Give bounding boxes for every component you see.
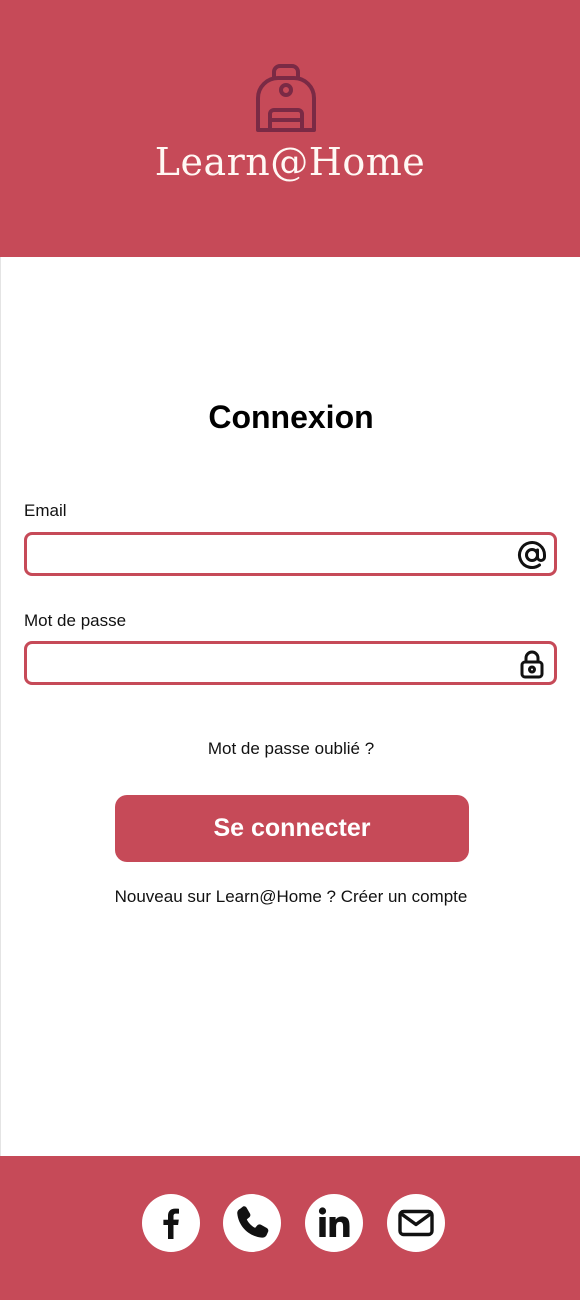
- mail-button[interactable]: [387, 1194, 445, 1252]
- password-field-box: [24, 641, 557, 685]
- email-label: Email: [24, 501, 67, 520]
- forgot-password-link[interactable]: Mot de passe oublié ?: [1, 739, 580, 759]
- app-header: Learn@Home: [0, 0, 580, 257]
- page-title: Connexion: [208, 399, 374, 435]
- phone-button[interactable]: [223, 1194, 281, 1252]
- password-field[interactable]: [27, 644, 507, 682]
- mail-icon: [398, 1209, 434, 1237]
- app-footer: [0, 1156, 580, 1300]
- signup-prompt: Nouveau sur Learn@Home ?: [114, 887, 336, 906]
- app-brand-name: Learn@Home: [154, 140, 426, 184]
- login-button[interactable]: Se connecter: [115, 795, 469, 862]
- at-sign-icon: [518, 541, 546, 569]
- create-account-link[interactable]: Créer un compte: [341, 887, 468, 906]
- email-field[interactable]: [27, 535, 507, 573]
- linkedin-button[interactable]: [305, 1194, 363, 1252]
- facebook-button[interactable]: [142, 1194, 200, 1252]
- email-field-box: [24, 532, 557, 576]
- password-label: Mot de passe: [24, 611, 127, 630]
- login-panel: Connexion Email Mot de passe Mot de pass…: [0, 257, 580, 1156]
- phone-icon: [237, 1206, 269, 1238]
- facebook-icon: [163, 1208, 179, 1239]
- signup-row: Nouveau sur Learn@Home ? Créer un compte: [1, 887, 580, 907]
- linkedin-icon: [318, 1207, 350, 1237]
- lock-icon: [520, 650, 544, 679]
- backpack-icon: [256, 64, 316, 132]
